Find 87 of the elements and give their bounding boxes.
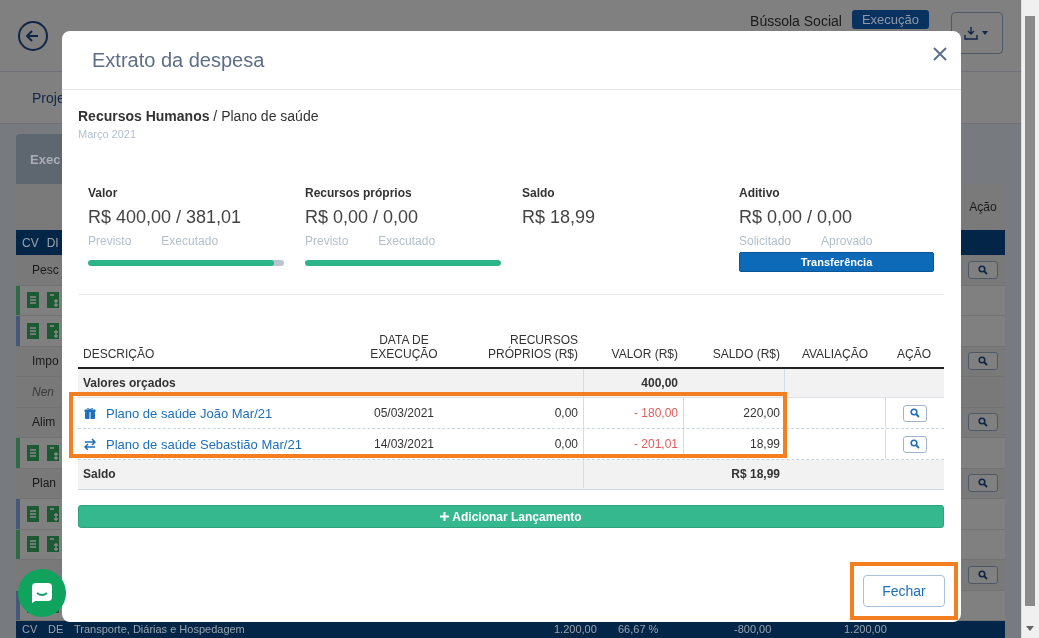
entry-link[interactable]: Plano de saúde Sebastião Mar/21 — [106, 436, 302, 452]
column-header: SALDO (R$) — [711, 347, 781, 361]
breadcrumb: Recursos Humanos / Plano de saúde — [78, 108, 319, 124]
summary-label: Valor — [88, 186, 118, 200]
row-label: Saldo — [82, 466, 117, 483]
modal-title: Extrato da despesa — [92, 48, 265, 72]
close-icon[interactable] — [933, 47, 947, 61]
column-header: CV — [22, 235, 39, 250]
category-label: Alim — [31, 415, 56, 430]
search-icon — [978, 356, 988, 367]
search-button[interactable] — [968, 474, 998, 493]
table-cell: -800,00 — [734, 623, 772, 635]
column-header: VALOR (R$) — [610, 347, 679, 361]
summary-label: Aditivo — [739, 186, 780, 200]
summary-amount: R$ 0,00 / 0,00 — [739, 207, 853, 228]
gift-icon — [84, 407, 96, 419]
download-button[interactable] — [951, 11, 1003, 54]
search-icon — [978, 569, 988, 580]
project-link[interactable]: Bússola Social — [750, 12, 842, 29]
table-cell: CV — [22, 623, 38, 635]
download-icon — [964, 25, 990, 40]
table-cell-text: R$ 18,99 — [730, 466, 781, 483]
search-icon — [978, 417, 988, 428]
money-document-icon[interactable] — [46, 443, 60, 462]
transfer-button[interactable]: Transferência — [739, 252, 934, 272]
table-cell-text: 05/03/2021 — [372, 405, 436, 422]
row-label: Valores orçados — [82, 375, 177, 392]
search-button[interactable] — [968, 260, 998, 279]
table-cell: 66,67 % — [618, 623, 659, 635]
table-cell: DE — [48, 623, 64, 635]
summary-caption: Previsto — [88, 234, 132, 248]
money-document-icon[interactable] — [46, 321, 60, 340]
money-document-icon[interactable] — [46, 504, 60, 523]
status-badge: Execução — [851, 10, 929, 29]
summary-caption: Executado — [378, 234, 436, 248]
table-cell: - 180,00 — [583, 398, 683, 428]
summary-label: Recursos próprios — [305, 186, 412, 200]
search-button[interactable] — [968, 352, 998, 371]
search-icon — [978, 264, 988, 275]
summary-caption: Previsto — [305, 234, 349, 248]
column-header: DESCRIÇÃO — [82, 347, 156, 361]
chat-icon — [31, 582, 53, 604]
search-button[interactable] — [968, 565, 998, 584]
receipt-icon[interactable] — [26, 535, 40, 554]
table-cell: 1.200,00 — [844, 623, 887, 635]
column-header: DATA DE EXECUÇÃO — [369, 333, 439, 361]
caret-icon[interactable] — [1026, 626, 1034, 631]
receipt-icon[interactable] — [26, 443, 40, 462]
table-cell: Transporte, Diárias e Hospedagem — [74, 623, 245, 635]
transfer-icon — [84, 438, 96, 450]
category-label: Impo — [31, 354, 59, 369]
category-label: Plan — [31, 476, 57, 491]
summary-caption: Aprovado — [821, 234, 873, 248]
search-icon — [909, 439, 920, 449]
receipt-icon[interactable] — [26, 504, 40, 523]
plus-icon — [440, 512, 450, 521]
close-button[interactable]: Fechar — [863, 575, 945, 607]
column-header: AÇÃO — [896, 347, 932, 361]
search-button[interactable] — [902, 435, 927, 453]
category-label: Nen — [31, 384, 54, 399]
search-icon — [909, 408, 920, 418]
scrollbar[interactable] — [1021, 0, 1039, 638]
table-cell: 1.200,00 — [554, 623, 597, 635]
receipt-icon[interactable] — [26, 321, 40, 340]
summary-caption: Solicitado — [739, 234, 792, 248]
summary-label: Saldo — [522, 186, 555, 200]
search-button[interactable] — [902, 404, 927, 422]
column-header: DI — [46, 235, 59, 250]
summary-amount: R$ 0,00 / 0,00 — [305, 207, 419, 228]
money-document-icon[interactable] — [46, 535, 60, 554]
column-header: AVALIAÇÃO — [800, 347, 870, 361]
period-label: Março 2021 — [78, 128, 137, 140]
category-label: Pesc — [31, 262, 59, 277]
search-button[interactable] — [968, 413, 998, 432]
summary-caption: Executado — [161, 234, 219, 248]
money-document-icon[interactable] — [46, 291, 60, 310]
summary-amount: R$ 18,99 — [522, 207, 596, 228]
back-button[interactable] — [18, 20, 48, 51]
table-cell-text: 14/03/2021 — [372, 436, 436, 453]
receipt-icon[interactable] — [26, 291, 40, 310]
column-header: RECURSOS PRÓPRIOS (R$) — [487, 333, 579, 361]
table-cell: - 201,01 — [583, 429, 683, 459]
search-icon — [978, 478, 988, 489]
table-cell-text: 0,00 — [553, 405, 579, 422]
table-cell-text: 0,00 — [553, 436, 579, 453]
entry-link[interactable]: Plano de saúde João Mar/21 — [106, 405, 273, 421]
summary-amount: R$ 400,00 / 381,01 — [88, 207, 242, 228]
